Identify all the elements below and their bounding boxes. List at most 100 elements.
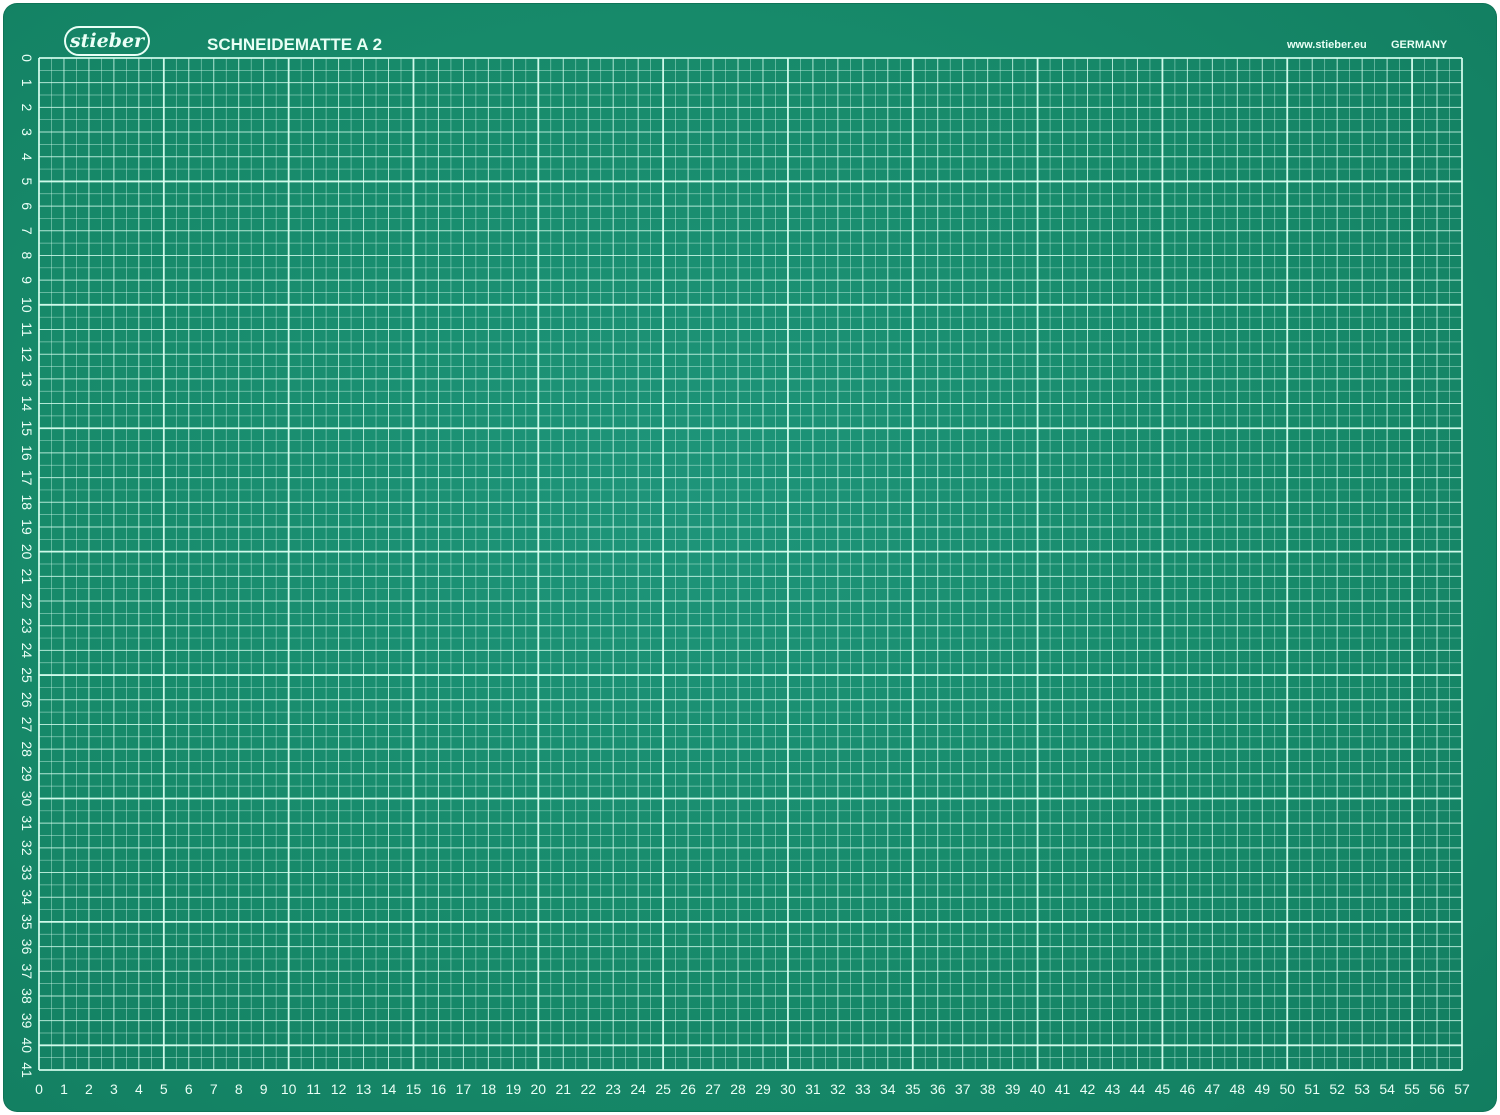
y-scale-label: 10 (19, 297, 35, 313)
x-scale-label: 50 (1279, 1081, 1295, 1097)
y-scale-label: 7 (19, 227, 35, 235)
y-scale-label: 30 (19, 791, 35, 807)
x-scale-label: 55 (1404, 1081, 1420, 1097)
x-scale-label: 56 (1429, 1081, 1445, 1097)
x-scale-label: 57 (1454, 1081, 1470, 1097)
y-axis-scale: 0123456789101112131415161718192021222324… (19, 54, 35, 1078)
x-scale-label: 35 (905, 1081, 921, 1097)
y-scale-label: 35 (19, 914, 35, 930)
y-scale-label: 27 (19, 717, 35, 733)
x-scale-label: 30 (780, 1081, 796, 1097)
x-scale-label: 31 (805, 1081, 821, 1097)
y-scale-label: 36 (19, 939, 35, 955)
x-scale-label: 17 (456, 1081, 472, 1097)
y-scale-label: 21 (19, 569, 35, 585)
x-scale-label: 52 (1329, 1081, 1345, 1097)
y-scale-label: 8 (19, 252, 35, 260)
x-scale-label: 2 (85, 1081, 93, 1097)
website-label: www.stieber.eu (1286, 39, 1367, 51)
y-scale-label: 1 (19, 79, 35, 87)
x-scale-label: 0 (35, 1081, 43, 1097)
x-scale-label: 51 (1304, 1081, 1320, 1097)
x-scale-label: 53 (1354, 1081, 1370, 1097)
y-scale-label: 29 (19, 766, 35, 782)
x-scale-label: 8 (235, 1081, 243, 1097)
x-scale-label: 16 (431, 1081, 447, 1097)
y-scale-label: 4 (19, 153, 35, 161)
x-scale-label: 29 (755, 1081, 771, 1097)
y-scale-label: 37 (19, 963, 35, 979)
x-scale-label: 7 (210, 1081, 218, 1097)
x-scale-label: 28 (730, 1081, 746, 1097)
x-scale-label: 13 (356, 1081, 372, 1097)
x-scale-label: 49 (1254, 1081, 1270, 1097)
x-scale-label: 23 (605, 1081, 621, 1097)
x-scale-label: 15 (406, 1081, 422, 1097)
x-scale-label: 54 (1379, 1081, 1395, 1097)
x-scale-label: 26 (680, 1081, 696, 1097)
x-scale-label: 25 (655, 1081, 671, 1097)
y-scale-label: 41 (19, 1062, 35, 1078)
x-scale-label: 19 (506, 1081, 522, 1097)
x-scale-label: 32 (830, 1081, 846, 1097)
y-scale-label: 31 (19, 815, 35, 831)
x-scale-label: 34 (880, 1081, 896, 1097)
x-scale-label: 18 (481, 1081, 497, 1097)
y-scale-label: 3 (19, 128, 35, 136)
y-scale-label: 39 (19, 1013, 35, 1029)
x-scale-label: 40 (1030, 1081, 1046, 1097)
y-scale-label: 22 (19, 593, 35, 609)
brand-logo-text: stieber (69, 30, 146, 52)
x-scale-label: 41 (1055, 1081, 1071, 1097)
x-scale-label: 27 (705, 1081, 721, 1097)
cutting-mat: 0 1 2 3 4 5 6 7 8 9 10 11 12 13 14 15 16 17 18 19 20 21 22 23 24… (3, 3, 1497, 1112)
x-scale-label: 36 (930, 1081, 946, 1097)
y-scale-label: 2 (19, 103, 35, 111)
x-scale-label: 6 (185, 1081, 193, 1097)
y-scale-label: 12 (19, 346, 35, 362)
brand-logo: stieber (64, 26, 150, 56)
y-scale-label: 33 (19, 865, 35, 881)
x-scale-label: 22 (580, 1081, 596, 1097)
x-scale-label: 20 (531, 1081, 547, 1097)
mat-title: SCHNEIDEMATTE A 2 (207, 35, 382, 54)
y-scale-label: 19 (19, 519, 35, 535)
cutting-mat-surface: 0 1 2 3 4 5 6 7 8 9 10 11 12 13 14 15 16 17 18 19 20 21 22 23 24… (19, 26, 1470, 1097)
x-scale-label: 14 (381, 1081, 397, 1097)
x-scale-label: 37 (955, 1081, 971, 1097)
y-scale-label: 0 (19, 54, 35, 62)
y-scale-label: 18 (19, 495, 35, 511)
x-scale-label: 21 (555, 1081, 571, 1097)
x-scale-label: 42 (1080, 1081, 1096, 1097)
x-scale-label: 5 (160, 1081, 168, 1097)
x-scale-label: 47 (1205, 1081, 1221, 1097)
y-scale-label: 32 (19, 840, 35, 856)
y-scale-label: 34 (19, 889, 35, 905)
y-scale-label: 17 (19, 470, 35, 486)
y-scale-label: 28 (19, 741, 35, 757)
country-label: GERMANY (1391, 39, 1448, 51)
y-scale-label: 20 (19, 544, 35, 560)
x-scale-label: 1 (60, 1081, 68, 1097)
y-scale-label: 11 (19, 322, 35, 337)
x-scale-label: 46 (1180, 1081, 1196, 1097)
y-scale-label: 9 (19, 276, 35, 284)
x-scale-label: 4 (135, 1081, 143, 1097)
y-scale-label: 38 (19, 988, 35, 1004)
x-scale-label: 11 (306, 1081, 321, 1097)
x-scale-label: 3 (110, 1081, 118, 1097)
x-scale-label: 10 (281, 1081, 297, 1097)
x-scale-label: 44 (1130, 1081, 1146, 1097)
y-scale-label: 40 (19, 1038, 35, 1054)
y-scale-label: 16 (19, 445, 35, 461)
minor-grid (39, 58, 1462, 1070)
y-scale-label: 15 (19, 420, 35, 436)
y-scale-label: 14 (19, 396, 35, 412)
x-scale-label: 43 (1105, 1081, 1121, 1097)
x-scale-label: 39 (1005, 1081, 1021, 1097)
y-scale-label: 6 (19, 202, 35, 210)
x-scale-label: 38 (980, 1081, 996, 1097)
y-scale-label: 26 (19, 692, 35, 708)
y-scale-label: 13 (19, 371, 35, 387)
x-scale-label: 24 (630, 1081, 646, 1097)
